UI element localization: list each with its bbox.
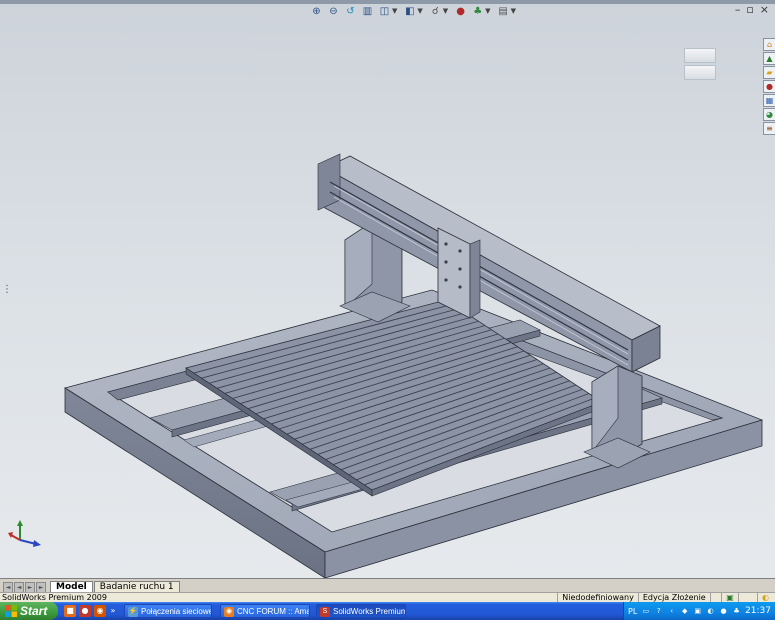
windows-logo-icon bbox=[5, 605, 17, 617]
taskbar-button-browser[interactable]: ◉ CNC FORUM :: Amat... bbox=[220, 604, 310, 618]
taskbar-button-label: Połączenia sieciowe bbox=[141, 607, 212, 616]
taskbar-button-network[interactable]: ⚡ Połączenia sieciowe bbox=[124, 604, 212, 618]
start-label: Start bbox=[20, 604, 48, 618]
messenger-icon[interactable]: ♣ bbox=[732, 607, 741, 616]
quick-launch-bar: ■ ● ◉ » bbox=[64, 605, 117, 617]
shield-icon[interactable]: ◆ bbox=[680, 607, 689, 616]
quick-launch-more-icon[interactable]: » bbox=[109, 605, 117, 617]
quick-launch-media-icon[interactable]: ◉ bbox=[94, 605, 106, 617]
solidworks-icon: S bbox=[320, 607, 330, 617]
taskbar-button-label: CNC FORUM :: Amat... bbox=[237, 607, 310, 616]
network-icon[interactable]: ▣ bbox=[693, 607, 702, 616]
taskbar-button-solidworks[interactable]: S SolidWorks Premium 2... bbox=[316, 604, 406, 618]
bolt-hole bbox=[444, 260, 448, 264]
clock: 21:37 bbox=[745, 606, 771, 616]
system-tray: PL ▭ ? ‹ ◆ ▣ ◐ ● ♣ 21:37 bbox=[623, 602, 775, 620]
keyboard-icon[interactable]: ▭ bbox=[641, 607, 650, 616]
cnc-machine-assembly-model[interactable] bbox=[0, 0, 775, 578]
language-indicator[interactable]: PL bbox=[628, 607, 637, 616]
bolt-hole bbox=[444, 278, 448, 282]
quick-launch-app-icon[interactable]: ■ bbox=[64, 605, 76, 617]
bolt-hole bbox=[458, 249, 462, 253]
graphics-viewport[interactable]: ⊕ ⊖ ↺ ▥ ◫ ▼ ◧ ▼ ☌ ▼ ● ♣ ▼ ▤ ▼ – ▫ × ⌂ ▲ ▰ ● ▦… bbox=[0, 0, 775, 578]
bolt-hole bbox=[458, 267, 462, 271]
antivirus-icon[interactable]: ● bbox=[719, 607, 728, 616]
help-icon[interactable]: ? bbox=[654, 607, 663, 616]
reference-triad-icon bbox=[8, 520, 41, 547]
model-tab-bar: ◄ ◄ ► ► Model Badanie ruchu 1 bbox=[0, 578, 775, 593]
windows-taskbar: Start ■ ● ◉ » ⚡ Połączenia sieciowe ◉ CN… bbox=[0, 602, 775, 620]
taskbar-button-label: SolidWorks Premium 2... bbox=[333, 607, 406, 616]
network-connections-icon: ⚡ bbox=[128, 607, 138, 617]
start-button[interactable]: Start bbox=[0, 602, 58, 620]
expand-tray-icon[interactable]: ‹ bbox=[667, 607, 676, 616]
quick-launch-browser-icon[interactable]: ● bbox=[79, 605, 91, 617]
volume-icon[interactable]: ◐ bbox=[706, 607, 715, 616]
gantry-right-column bbox=[583, 365, 651, 469]
bolt-hole bbox=[444, 242, 448, 246]
browser-icon: ◉ bbox=[224, 607, 234, 617]
bolt-hole bbox=[458, 285, 462, 289]
